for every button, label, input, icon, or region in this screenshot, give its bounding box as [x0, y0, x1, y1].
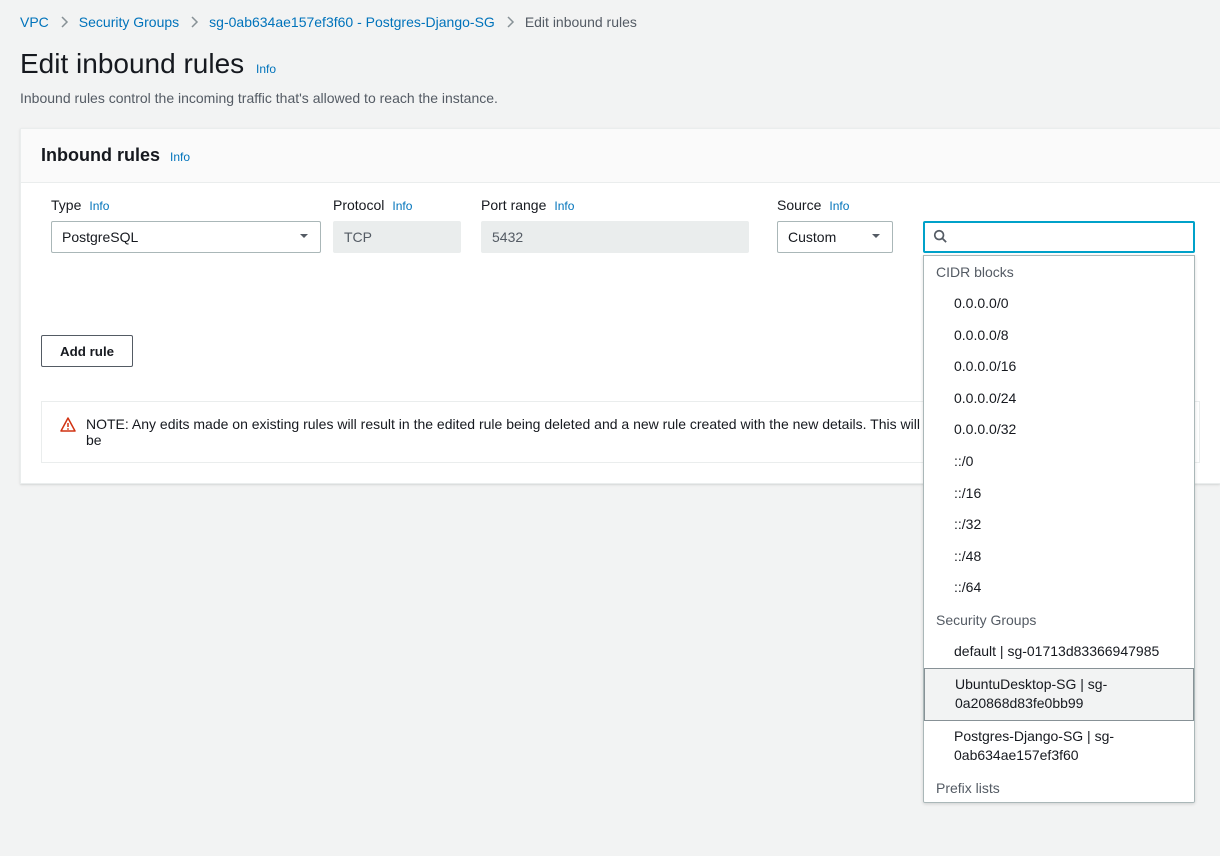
info-link-protocol[interactable]: Info — [392, 199, 412, 213]
breadcrumb-security-groups[interactable]: Security Groups — [79, 14, 179, 30]
dropdown-cidr-item-8[interactable]: ::/48 — [924, 541, 1194, 573]
source-search[interactable] — [923, 221, 1195, 253]
col-label-type: Type — [51, 197, 81, 213]
dropdown-cidr-item-6[interactable]: ::/16 — [924, 478, 1194, 510]
page-subtext: Inbound rules control the incoming traff… — [0, 86, 1220, 120]
add-rule-button[interactable]: Add rule — [41, 335, 133, 367]
info-link-page[interactable]: Info — [256, 62, 276, 76]
dropdown-cidr-item-5[interactable]: ::/0 — [924, 446, 1194, 478]
dropdown-cidr-item-0[interactable]: 0.0.0.0/0 — [924, 288, 1194, 320]
dropdown-cidr-item-3[interactable]: 0.0.0.0/24 — [924, 383, 1194, 415]
dropdown-cidr-item-7[interactable]: ::/32 — [924, 509, 1194, 541]
rule-row-0: PostgreSQL TCP 5432 Custom — [41, 221, 1200, 253]
inbound-rules-card: Inbound rules Info Type Info Protocol In… — [20, 128, 1220, 484]
col-label-port: Port range — [481, 197, 546, 213]
info-link-inbound[interactable]: Info — [170, 150, 190, 164]
info-link-type[interactable]: Info — [89, 199, 109, 213]
breadcrumb-current: Edit inbound rules — [525, 14, 637, 30]
caret-down-icon — [870, 229, 882, 245]
dropdown-cidr-item-4[interactable]: 0.0.0.0/32 — [924, 414, 1194, 446]
info-link-source[interactable]: Info — [829, 199, 849, 213]
port-value: 5432 — [492, 229, 523, 245]
source-mode-select[interactable]: Custom — [777, 221, 893, 253]
breadcrumb: VPC Security Groups sg-0ab634ae157ef3f60… — [0, 0, 1220, 38]
dropdown-sg-item-0[interactable]: default | sg-01713d83366947985 — [924, 636, 1194, 668]
dropdown-cidr-item-9[interactable]: ::/64 — [924, 572, 1194, 604]
page-header: Edit inbound rules Info — [0, 38, 1220, 86]
column-header-row: Type Info Protocol Info Port range Info … — [41, 197, 1200, 213]
warning-icon — [60, 417, 76, 433]
type-select-value: PostgreSQL — [62, 229, 138, 245]
protocol-input: TCP — [333, 221, 461, 253]
chevron-right-icon — [505, 16, 515, 28]
chevron-right-icon — [189, 16, 199, 28]
breadcrumb-vpc[interactable]: VPC — [20, 14, 49, 30]
dropdown-sg-item-2[interactable]: Postgres-Django-SG | sg-0ab634ae157ef3f6… — [924, 721, 1194, 772]
source-mode-value: Custom — [788, 229, 836, 245]
dropdown-sg-item-1[interactable]: UbuntuDesktop-SG | sg-0a20868d83fe0bb99 — [924, 668, 1194, 721]
card-header: Inbound rules Info — [21, 129, 1220, 183]
card-title: Inbound rules — [41, 145, 160, 166]
source-dropdown[interactable]: CIDR blocks0.0.0.0/00.0.0.0/80.0.0.0/160… — [923, 255, 1195, 803]
col-label-source: Source — [777, 197, 821, 213]
info-link-port[interactable]: Info — [554, 199, 574, 213]
port-input: 5432 — [481, 221, 749, 253]
dropdown-group-sg: Security Groups — [924, 604, 1194, 636]
dropdown-cidr-item-2[interactable]: 0.0.0.0/16 — [924, 351, 1194, 383]
page-title: Edit inbound rules — [20, 48, 244, 79]
dropdown-group-prefix: Prefix lists — [924, 772, 1194, 803]
caret-down-icon — [298, 229, 310, 245]
type-select[interactable]: PostgreSQL — [51, 221, 321, 253]
source-search-input[interactable] — [953, 223, 1185, 251]
protocol-value: TCP — [344, 229, 372, 245]
search-icon — [933, 229, 947, 246]
chevron-right-icon — [59, 16, 69, 28]
col-label-protocol: Protocol — [333, 197, 384, 213]
dropdown-cidr-item-1[interactable]: 0.0.0.0/8 — [924, 320, 1194, 352]
dropdown-group-cidr: CIDR blocks — [924, 256, 1194, 288]
breadcrumb-sg-current[interactable]: sg-0ab634ae157ef3f60 - Postgres-Django-S… — [209, 14, 495, 30]
